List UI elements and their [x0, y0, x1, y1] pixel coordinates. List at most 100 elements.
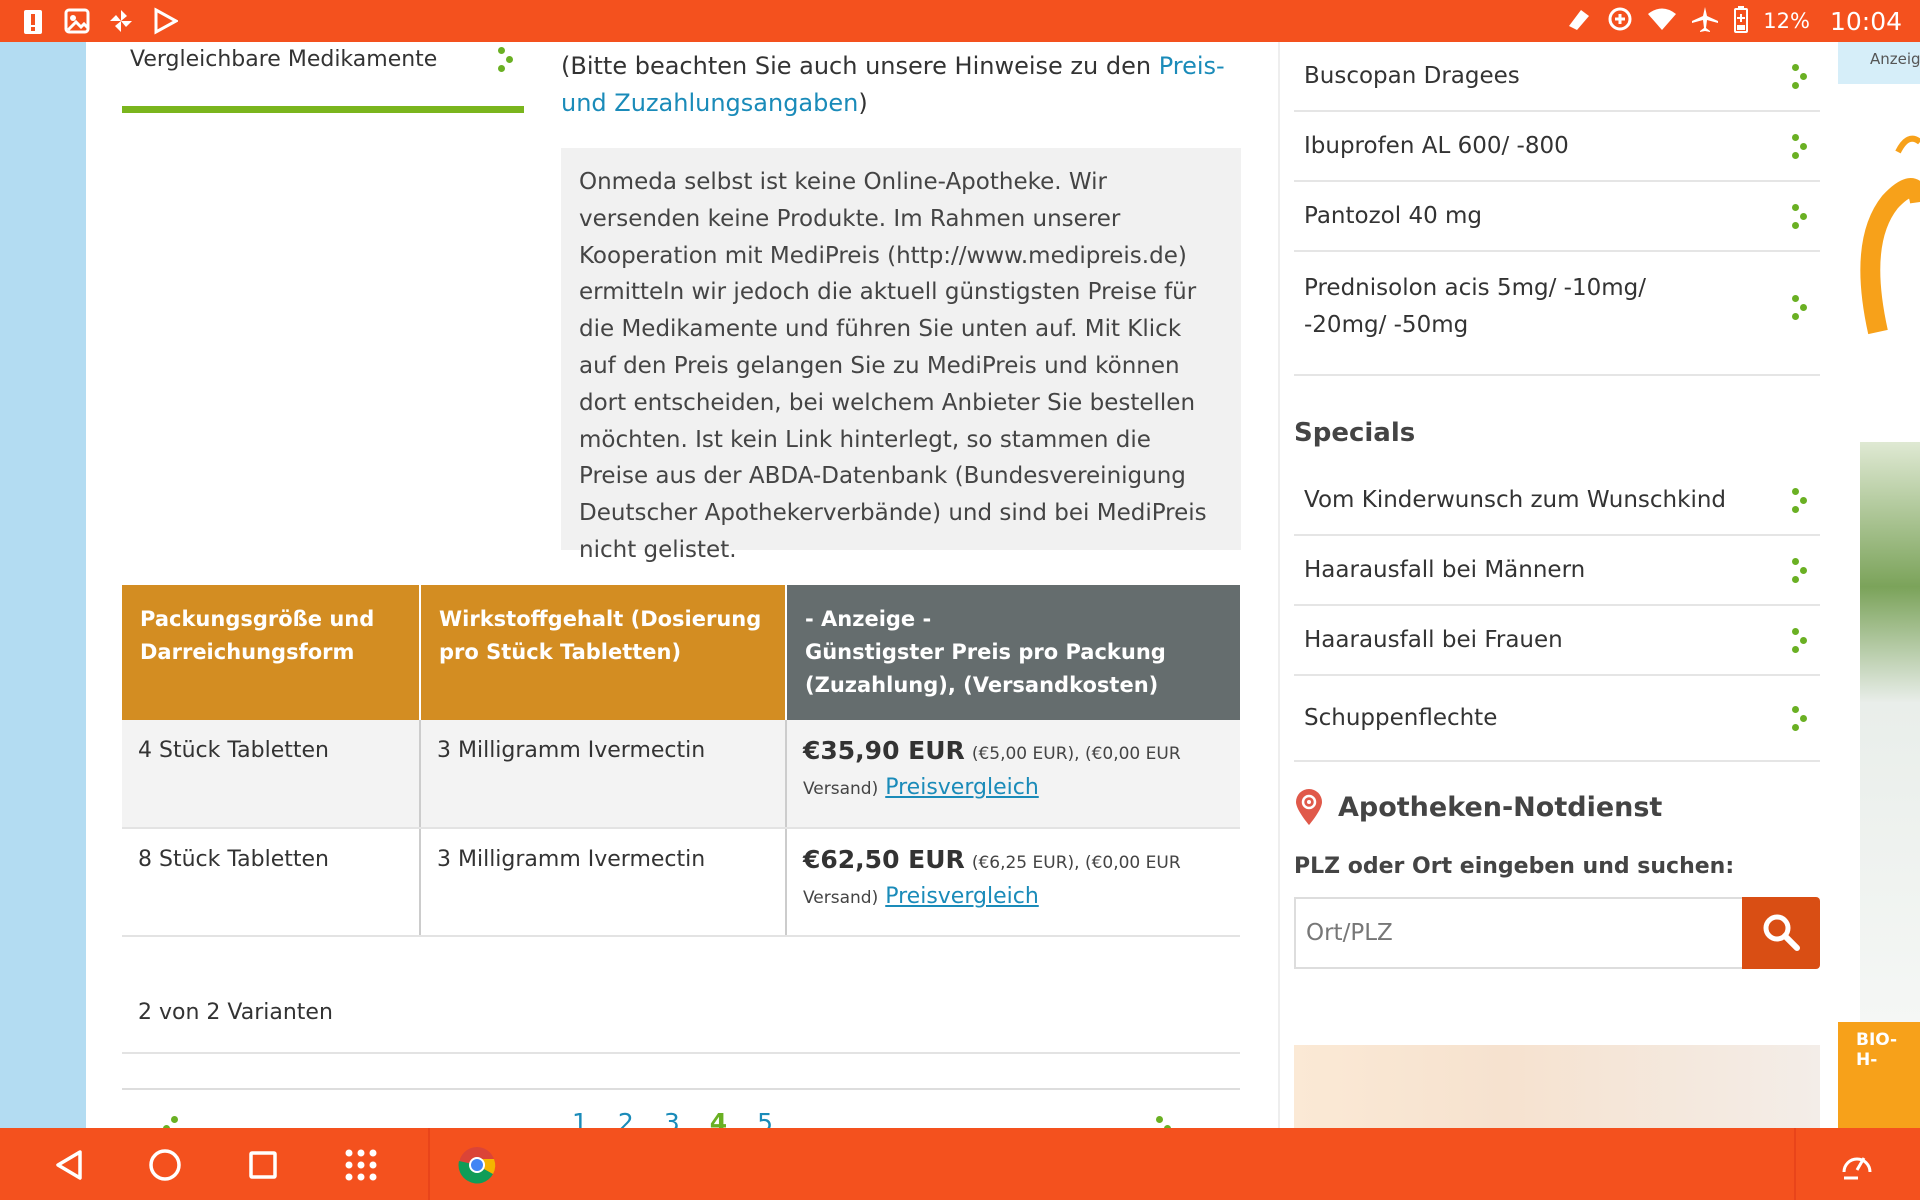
sidebar-item-ibuprofen[interactable]: Ibuprofen AL 600/ -800	[1294, 112, 1820, 182]
active-tab-indicator	[122, 106, 524, 113]
back-button[interactable]	[48, 1144, 90, 1186]
price-note-suffix: )	[858, 89, 868, 117]
page-link-3[interactable]: 3	[664, 1108, 680, 1128]
sidebar-item-pantozol[interactable]: Pantozol 40 mg	[1294, 182, 1820, 252]
page-link-5[interactable]: 5	[757, 1108, 773, 1128]
header-ad-label: - Anzeige -	[805, 607, 932, 631]
price-compare-link[interactable]: Preisvergleich	[885, 884, 1039, 909]
sidebar-item-label: Haarausfall bei Männern	[1304, 556, 1586, 583]
price-cell: €35,90 EUR (€5,00 EUR), (€0,00 EUR Versa…	[786, 720, 1240, 829]
ad-brand-text: BIO-H-	[1856, 1030, 1898, 1070]
ad-brand-logo	[1860, 135, 1920, 335]
arrow-dots-icon	[496, 45, 516, 73]
info-box: Onmeda selbst ist keine Online-Apotheke.…	[561, 148, 1241, 563]
promo-image[interactable]	[1294, 1027, 1820, 1128]
sidebar-item-haarausfall-frauen[interactable]: Haarausfall bei Frauen	[1294, 606, 1820, 676]
previous-page-icon[interactable]	[160, 1114, 180, 1128]
price-cell: €62,50 EUR (€6,25 EUR), (€0,00 EUR Versa…	[786, 828, 1240, 937]
ad-brand-banner: BIO-H-	[1838, 1022, 1920, 1128]
arrow-dots-icon	[1790, 626, 1810, 654]
table-row: 4 Stück Tabletten 3 Milligramm Ivermecti…	[122, 720, 1240, 829]
pagination: 1 2 3 4 5	[122, 1088, 1240, 1128]
sidebar-item-label: Prednisolon acis 5mg/ -10mg/ -20mg/ -50m…	[1304, 275, 1646, 338]
plz-label: PLZ oder Ort eingeben und suchen:	[1294, 854, 1735, 879]
sidebar-item-label: Pantozol 40 mg	[1304, 202, 1483, 229]
performance-button[interactable]	[1836, 1144, 1878, 1186]
package-size-cell: 4 Stück Tabletten	[122, 720, 421, 829]
notdienst-title: Apotheken-Notdienst	[1338, 791, 1663, 823]
left-navigation: Vergleichbare Medikamente	[122, 42, 524, 112]
sidebar-divider	[1278, 42, 1280, 1128]
sidebar-item-label: Ibuprofen AL 600/ -800	[1304, 132, 1569, 159]
gallery-icon	[62, 6, 92, 36]
data-saver-icon	[1607, 6, 1633, 37]
wifi-icon	[1647, 7, 1677, 36]
battery-icon	[1733, 5, 1749, 38]
home-icon	[149, 1149, 181, 1181]
sidebar-item-haarausfall-maenner[interactable]: Haarausfall bei Männern	[1294, 536, 1820, 606]
package-size-cell: 8 Stück Tabletten	[122, 828, 421, 937]
table-row: 8 Stück Tabletten 3 Milligramm Ivermecti…	[122, 828, 1240, 937]
cast-icon	[1565, 6, 1593, 37]
price-compare-link[interactable]: Preisvergleich	[885, 775, 1039, 800]
specials-heading: Specials	[1294, 418, 1416, 448]
price-value: €62,50 EUR	[803, 845, 965, 874]
back-icon	[56, 1150, 82, 1180]
speedometer-icon	[1842, 1157, 1872, 1180]
sidebar-item-schuppenflechte[interactable]: Schuppenflechte	[1294, 676, 1820, 762]
dosage-cell: 3 Milligramm Ivermectin	[420, 720, 787, 829]
play-store-icon	[150, 6, 180, 36]
nav-item-label: Vergleichbare Medikamente	[130, 46, 438, 72]
arrow-dots-icon	[1790, 62, 1810, 90]
navigation-bar	[0, 1128, 1920, 1200]
alert-icon	[18, 6, 48, 36]
recents-icon	[249, 1151, 277, 1179]
arrow-dots-icon	[1790, 202, 1810, 230]
plz-input[interactable]	[1294, 897, 1742, 969]
recents-button[interactable]	[242, 1144, 284, 1186]
sidebar-item-prednisolon[interactable]: Prednisolon acis 5mg/ -10mg/ -20mg/ -50m…	[1294, 252, 1820, 376]
page-numbers: 1 2 3 4 5	[572, 1108, 773, 1128]
variant-count: 2 von 2 Varianten	[122, 982, 1240, 1054]
app-drawer-button[interactable]	[340, 1144, 382, 1186]
page-link-2[interactable]: 2	[618, 1108, 634, 1128]
price-note-text: (Bitte beachten Sie auch unsere Hinweise…	[561, 52, 1159, 80]
page-link-4-current[interactable]: 4	[710, 1108, 727, 1128]
page-link-1[interactable]: 1	[572, 1108, 588, 1128]
search-icon	[1761, 912, 1801, 955]
price-note: (Bitte beachten Sie auch unsere Hinweise…	[561, 48, 1241, 122]
notdienst-heading: Apotheken-Notdienst	[1294, 788, 1820, 826]
battery-percent: 12%	[1763, 9, 1810, 33]
taskbar-separator	[428, 1128, 430, 1200]
pharmacy-search	[1294, 897, 1820, 969]
arrow-dots-icon	[1790, 704, 1810, 732]
search-button[interactable]	[1742, 897, 1820, 969]
advertisement-strip[interactable]: Anzeig BIO-H-	[1838, 42, 1920, 1128]
header-price: - Anzeige - Günstigster Preis pro Packun…	[786, 585, 1240, 720]
sidebar-item-buscopan[interactable]: Buscopan Dragees	[1294, 42, 1820, 112]
header-price-label: Günstigster Preis pro Packung (Zuzahlung…	[805, 640, 1166, 697]
price-value: €35,90 EUR	[803, 736, 965, 765]
ad-label: Anzeig	[1838, 42, 1920, 84]
nav-item-vergleichbare-medikamente[interactable]: Vergleichbare Medikamente	[122, 42, 524, 94]
taskbar-separator	[1794, 1128, 1796, 1200]
clock: 10:04	[1829, 6, 1902, 36]
sidebar-item-label: Buscopan Dragees	[1304, 62, 1520, 89]
web-page: Vergleichbare Medikamente (Bitte beachte…	[86, 42, 1838, 1128]
status-bar: 12% 10:04	[0, 0, 1920, 42]
next-page-icon[interactable]	[1154, 1114, 1174, 1128]
arrow-dots-icon	[1790, 486, 1810, 514]
home-button[interactable]	[144, 1144, 186, 1186]
pinwheel-icon	[106, 6, 136, 36]
arrow-dots-icon	[1790, 132, 1810, 160]
price-table: Packungsgröße und Darreichungsform Wirks…	[122, 585, 1240, 937]
sidebar: Buscopan Dragees Ibuprofen AL 600/ -800 …	[1294, 42, 1820, 969]
sidebar-item-kinderwunsch[interactable]: Vom Kinderwunsch zum Wunschkind	[1294, 466, 1820, 536]
ad-product-image	[1860, 442, 1920, 1022]
chrome-icon	[458, 1147, 496, 1184]
airplane-icon	[1691, 5, 1719, 38]
dosage-cell: 3 Milligramm Ivermectin	[420, 828, 787, 937]
chrome-app-button[interactable]	[456, 1144, 498, 1186]
sidebar-item-label: Haarausfall bei Frauen	[1304, 626, 1563, 653]
arrow-dots-icon	[1790, 293, 1810, 321]
